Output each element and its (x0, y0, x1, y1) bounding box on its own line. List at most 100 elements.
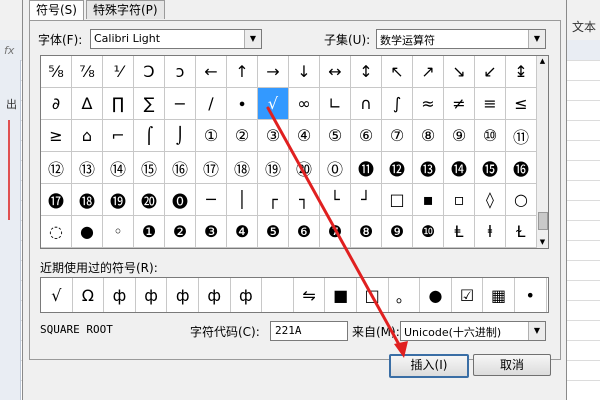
recent-symbol-cell[interactable]: ф (199, 278, 231, 312)
symbol-cell[interactable]: ∂ (41, 88, 72, 120)
symbol-cell[interactable]: ↑ (227, 56, 258, 88)
font-select[interactable]: Calibri Light ▼ (90, 29, 262, 49)
symbol-cell[interactable]: □ (382, 184, 413, 216)
symbol-cell[interactable]: − (165, 88, 196, 120)
symbol-cell[interactable]: ◌ (41, 216, 72, 248)
symbol-cell[interactable]: Ↄ (134, 56, 165, 88)
symbol-cell[interactable]: ↨ (506, 56, 537, 88)
symbol-cell-selected[interactable]: √ (258, 88, 289, 120)
symbol-cell[interactable]: └ (320, 184, 351, 216)
symbol-cell[interactable]: ≤ (506, 88, 537, 120)
scroll-down-icon[interactable]: ▼ (537, 237, 548, 248)
recent-symbol-cell[interactable]: □ (357, 278, 389, 312)
symbol-cell[interactable]: ⓬ (382, 152, 413, 184)
symbol-cell[interactable]: ↓ (289, 56, 320, 88)
symbol-cell[interactable]: ∟ (320, 88, 351, 120)
symbol-cell[interactable]: ⓳ (103, 184, 134, 216)
symbol-cell[interactable]: ⓿ (165, 184, 196, 216)
symbol-cell[interactable]: ⓰ (506, 152, 537, 184)
symbol-cell[interactable]: ❸ (196, 216, 227, 248)
symbol-cell[interactable]: ◊ (475, 184, 506, 216)
symbol-cell[interactable]: ↔ (320, 56, 351, 88)
symbol-cell[interactable]: ⌠ (134, 120, 165, 152)
symbol-cell[interactable]: ❿ (413, 216, 444, 248)
character-code-input[interactable]: 221A (270, 321, 348, 341)
symbol-grid[interactable]: ⅝ ⅞ ⅟ Ↄↄ ← ↑ → ↓ ↔ ↕ ↖ ↗ ↘ ↙ ↨ ∂ ∆ ∏ ∑ − ∕ ∙ √ ∞ ∟ ∩ ∫ ≈ ≠ ≡ ≤ ≥ ⌂ ⌐ ⌠ ⌡ ① ② ③… (41, 56, 537, 248)
insert-button[interactable]: 插入(I) (389, 354, 469, 378)
symbol-cell[interactable]: ⱡ (475, 216, 506, 248)
symbol-cell[interactable]: ⓴ (134, 184, 165, 216)
symbol-cell[interactable]: ● (72, 216, 103, 248)
symbol-cell[interactable]: ⑰ (196, 152, 227, 184)
symbol-cell[interactable]: ∞ (289, 88, 320, 120)
symbol-cell[interactable]: ❶ (134, 216, 165, 248)
symbol-cell[interactable]: │ (227, 184, 258, 216)
symbol-cell[interactable]: ⑫ (41, 152, 72, 184)
symbol-cell[interactable]: ❻ (289, 216, 320, 248)
symbol-cell[interactable]: ┐ (289, 184, 320, 216)
recent-symbol-cell[interactable]: √ (41, 278, 73, 312)
symbol-grid-scrollbar[interactable]: ▲ ▼ (536, 56, 548, 248)
symbol-cell[interactable]: ▫ (444, 184, 475, 216)
symbol-cell[interactable]: ≥ (41, 120, 72, 152)
symbol-cell[interactable]: ↖ (382, 56, 413, 88)
symbol-cell[interactable]: ⑥ (351, 120, 382, 152)
symbol-cell[interactable]: ∩ (351, 88, 382, 120)
symbol-cell[interactable]: ⓯ (475, 152, 506, 184)
recent-symbol-cell[interactable]: ф (231, 278, 263, 312)
symbol-cell[interactable]: ⑨ (444, 120, 475, 152)
symbol-cell[interactable]: ⑲ (258, 152, 289, 184)
symbol-cell[interactable]: ∑ (134, 88, 165, 120)
symbol-cell[interactable]: ↘ (444, 56, 475, 88)
symbol-cell[interactable]: ⓮ (444, 152, 475, 184)
recent-symbol-cell[interactable]: ▦ (483, 278, 515, 312)
scroll-up-icon[interactable]: ▲ (537, 56, 548, 67)
symbol-cell[interactable]: Ɫ (506, 216, 537, 248)
symbol-cell[interactable]: ⑭ (103, 152, 134, 184)
symbol-cell[interactable]: ┌ (258, 184, 289, 216)
symbol-cell[interactable]: ∙ (227, 88, 258, 120)
symbol-cell[interactable]: ❼ (320, 216, 351, 248)
symbol-cell[interactable]: ⑯ (165, 152, 196, 184)
symbol-cell[interactable]: ⑧ (413, 120, 444, 152)
symbol-cell[interactable]: ❽ (351, 216, 382, 248)
symbol-cell[interactable]: ② (227, 120, 258, 152)
symbol-cell[interactable]: ⌡ (165, 120, 196, 152)
symbol-cell[interactable]: ∏ (103, 88, 134, 120)
symbol-cell[interactable]: ← (196, 56, 227, 88)
symbol-cell[interactable]: ◦ (103, 216, 134, 248)
scroll-thumb[interactable] (538, 212, 548, 230)
symbol-cell[interactable]: ❷ (165, 216, 196, 248)
symbol-cell[interactable]: ▪ (413, 184, 444, 216)
recent-symbol-cell[interactable]: Ω (73, 278, 105, 312)
symbol-cell[interactable]: ⓫ (351, 152, 382, 184)
recent-symbol-cell[interactable]: 。 (389, 278, 421, 312)
symbol-cell[interactable]: ⅝ (41, 56, 72, 88)
chevron-down-icon[interactable]: ▼ (528, 30, 545, 48)
symbol-cell[interactable]: ∆ (72, 88, 103, 120)
symbol-cell[interactable]: ⑦ (382, 120, 413, 152)
symbol-cell[interactable]: ⅟ (103, 56, 134, 88)
tab-special-characters[interactable]: 特殊字符(P) (85, 0, 165, 19)
symbol-cell[interactable]: ⑤ (320, 120, 351, 152)
recent-symbol-cell[interactable]: • (515, 278, 547, 312)
recent-symbol-cell[interactable]: ● (420, 278, 452, 312)
symbol-cell[interactable]: ─ (196, 184, 227, 216)
symbol-cell[interactable]: ○ (506, 184, 537, 216)
recent-symbol-cell[interactable] (262, 278, 294, 312)
symbol-cell[interactable]: Ⱡ (444, 216, 475, 248)
symbol-cell[interactable]: ⓪ (320, 152, 351, 184)
symbol-cell[interactable]: ❾ (382, 216, 413, 248)
chevron-down-icon[interactable]: ▼ (244, 30, 261, 48)
symbol-cell[interactable]: ↗ (413, 56, 444, 88)
symbol-cell[interactable]: ⑱ (227, 152, 258, 184)
symbol-cell[interactable]: ① (196, 120, 227, 152)
subset-select[interactable]: 数学运算符 ▼ (376, 29, 546, 49)
recent-symbol-cell[interactable]: ⇋ (294, 278, 326, 312)
symbol-cell[interactable]: ⑳ (289, 152, 320, 184)
symbol-cell[interactable]: ↕ (351, 56, 382, 88)
symbol-cell[interactable]: ⑪ (506, 120, 537, 152)
encoding-select[interactable]: Unicode(十六进制) ▼ (400, 321, 546, 341)
symbol-cell[interactable]: ↙ (475, 56, 506, 88)
symbol-cell[interactable]: ❹ (227, 216, 258, 248)
